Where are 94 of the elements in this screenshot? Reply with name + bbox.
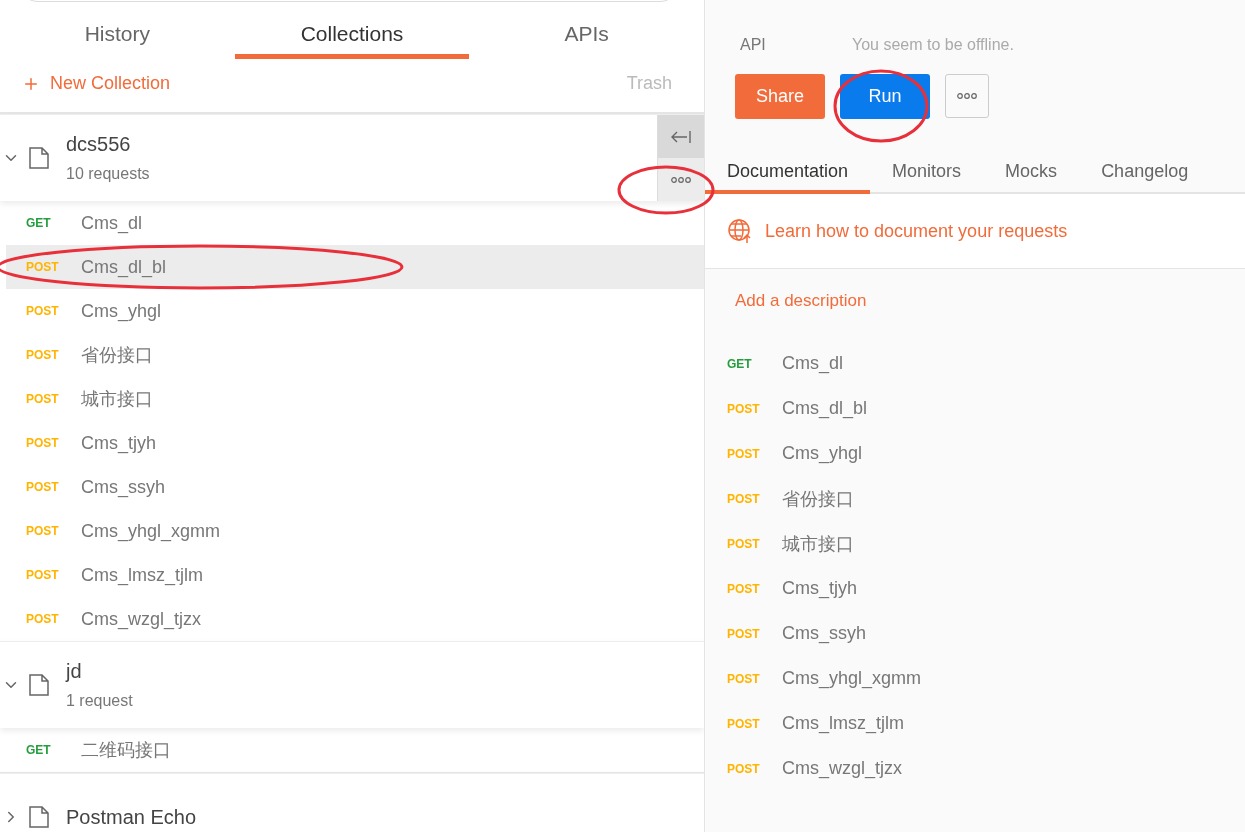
offline-status: You seem to be offline. xyxy=(852,36,1014,54)
collapse-left-icon xyxy=(670,128,692,145)
request-item[interactable]: POST Cms_yhgl xyxy=(705,431,1245,476)
ellipsis-icon xyxy=(957,93,977,99)
request-item[interactable]: GET Cms_dl xyxy=(0,201,704,245)
method-label: POST xyxy=(26,436,60,450)
request-name: Cms_yhgl_xgmm xyxy=(782,668,922,689)
request-item[interactable]: POST Cms_yhgl_xgmm xyxy=(705,656,1245,701)
request-name: Cms_ssyh xyxy=(81,476,165,498)
collection-name: jd xyxy=(66,660,83,683)
request-item[interactable]: POST Cms_wzgl_tjzx xyxy=(705,746,1245,791)
request-count: 1 request xyxy=(66,692,133,710)
method-label: POST xyxy=(727,401,761,416)
collection-header[interactable]: jd 1 request xyxy=(0,641,704,728)
method-label: POST xyxy=(727,581,761,596)
more-button[interactable] xyxy=(657,158,704,201)
request-item[interactable]: POST Cms_lmsz_tjlm xyxy=(705,701,1245,746)
request-name: Cms_ssyh xyxy=(782,623,866,644)
folder-icon xyxy=(28,673,50,697)
method-label: POST xyxy=(26,304,60,318)
request-name: Cms_lmsz_tjlm xyxy=(782,713,904,734)
request-item[interactable]: GET Cms_dl xyxy=(705,341,1245,386)
method-label: POST xyxy=(26,612,60,626)
request-name: Cms_wzgl_tjzx xyxy=(81,608,202,630)
method-label: POST xyxy=(727,446,761,461)
method-label: POST xyxy=(727,761,761,776)
request-item[interactable]: POST Cms_ssyh xyxy=(705,611,1245,656)
detail-tab[interactable]: Changelog xyxy=(1079,161,1211,194)
request-name: Cms_yhgl xyxy=(782,443,863,464)
run-button[interactable]: Run xyxy=(840,74,930,119)
method-label: GET xyxy=(727,356,753,371)
new-collection-button[interactable]: New Collection xyxy=(22,73,171,94)
api-label: API xyxy=(740,36,767,54)
request-item[interactable]: POST Cms_dl_bl xyxy=(6,245,704,289)
request-item[interactable]: POST 省份接口 xyxy=(0,333,704,377)
request-item[interactable]: POST Cms_tjyh xyxy=(0,421,704,465)
method-label: POST xyxy=(727,671,761,686)
request-item[interactable]: POST Cms_tjyh xyxy=(705,566,1245,611)
method-label: POST xyxy=(26,392,60,406)
request-item[interactable]: POST Cms_dl_bl xyxy=(705,386,1245,431)
request-name: 城市接口 xyxy=(81,388,153,411)
request-name: 省份接口 xyxy=(81,344,153,367)
method-label: GET xyxy=(26,743,52,757)
request-item[interactable]: POST Cms_wzgl_tjzx xyxy=(0,597,704,641)
detail-tab[interactable]: Mocks xyxy=(983,161,1080,194)
folder-icon xyxy=(28,805,50,829)
method-label: POST xyxy=(26,568,60,582)
collection-header[interactable]: dcs556 10 requests xyxy=(0,114,704,201)
method-label: POST xyxy=(727,626,761,641)
request-name: 二维码接口 xyxy=(81,739,171,762)
request-name: Cms_dl xyxy=(782,353,843,374)
sidebar-tab[interactable]: History xyxy=(0,22,235,59)
request-name: Cms_tjyh xyxy=(81,432,156,454)
share-button[interactable]: Share xyxy=(735,74,825,119)
method-label: POST xyxy=(26,480,60,494)
request-item[interactable]: POST Cms_yhgl_xgmm xyxy=(0,509,704,553)
method-label: POST xyxy=(26,348,60,362)
learn-link[interactable]: Learn how to document your requests xyxy=(765,220,1068,242)
detail-tab[interactable]: Monitors xyxy=(870,161,984,194)
request-item[interactable]: POST Cms_yhgl xyxy=(0,289,704,333)
globe-icon xyxy=(727,218,753,244)
collapse-button[interactable] xyxy=(657,115,704,158)
request-name: Cms_dl xyxy=(81,212,142,234)
request-name: 城市接口 xyxy=(782,532,854,556)
request-item[interactable]: GET 二维码接口 xyxy=(0,728,704,772)
collection-name: Postman Echo xyxy=(66,805,197,829)
request-name: Cms_tjyh xyxy=(782,578,857,599)
request-item[interactable]: POST Cms_ssyh xyxy=(0,465,704,509)
method-label: POST xyxy=(727,536,761,551)
request-name: Cms_wzgl_tjzx xyxy=(782,758,903,779)
collection-name: dcs556 xyxy=(66,133,132,156)
request-item[interactable]: POST Cms_lmsz_tjlm xyxy=(0,553,704,597)
collection-header[interactable]: Postman Echo xyxy=(0,773,704,832)
request-count: 10 requests xyxy=(66,165,150,183)
ellipsis-icon xyxy=(671,176,691,183)
request-name: Cms_yhgl_xgmm xyxy=(81,520,221,542)
folder-icon xyxy=(28,146,50,170)
add-description-link[interactable]: Add a description xyxy=(735,291,1245,311)
method-label: GET xyxy=(26,216,52,230)
method-label: POST xyxy=(26,260,60,274)
request-item[interactable]: POST 城市接口 xyxy=(0,377,704,421)
request-name: Cms_yhgl xyxy=(81,300,162,322)
request-item[interactable]: POST 城市接口 xyxy=(705,521,1245,566)
method-label: POST xyxy=(727,716,761,731)
sidebar-tab[interactable]: Collections xyxy=(234,22,470,59)
request-name: Cms_lmsz_tjlm xyxy=(81,564,203,586)
request-item[interactable]: POST 省份接口 xyxy=(705,476,1245,521)
more-button[interactable] xyxy=(945,74,989,118)
request-name: Cms_dl_bl xyxy=(782,398,868,419)
method-label: POST xyxy=(26,524,60,538)
sidebar-tab[interactable]: APIs xyxy=(469,22,704,59)
request-name: 省份接口 xyxy=(782,487,854,511)
method-label: POST xyxy=(727,491,761,506)
request-name: Cms_dl_bl xyxy=(81,256,167,278)
